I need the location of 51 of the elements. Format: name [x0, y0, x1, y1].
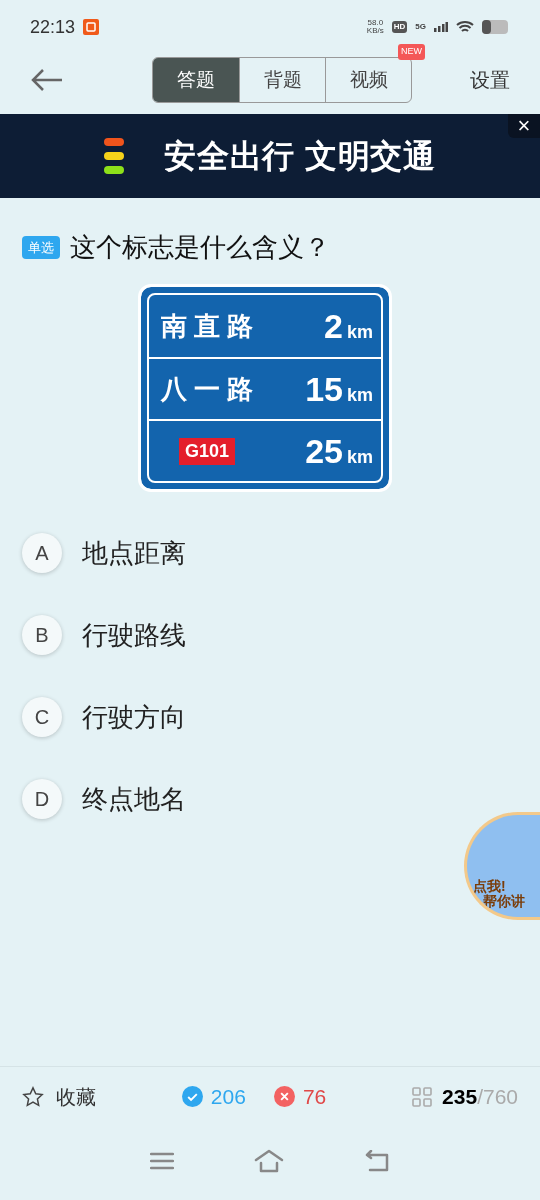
network-speed: 58.0	[367, 19, 384, 27]
network-type: 5G	[415, 21, 426, 33]
option-text[interactable]: 地点距离	[82, 533, 186, 573]
back-icon[interactable]	[364, 1150, 390, 1172]
signal-icon	[434, 22, 448, 32]
help-text: 点我!	[473, 879, 506, 894]
sign-distance: 15	[305, 368, 343, 410]
correct-count: 206	[210, 1083, 246, 1110]
question-type-tag: 单选	[22, 235, 60, 260]
help-text: 帮你讲	[483, 894, 525, 909]
option-text[interactable]: 行驶方向	[82, 697, 186, 737]
sign-place: 八 一 路	[161, 372, 254, 406]
home-icon[interactable]	[254, 1149, 284, 1173]
tab[interactable]: 背题	[239, 58, 325, 102]
grid-icon[interactable]	[412, 1086, 433, 1107]
close-icon	[273, 1086, 295, 1107]
route-number: G101	[179, 437, 236, 465]
star-icon[interactable]	[22, 1085, 44, 1108]
new-badge: NEW	[398, 44, 425, 60]
option-text[interactable]: 终点地名	[82, 779, 186, 819]
sign-distance: 2	[324, 305, 343, 347]
banner-slogan: 安全出行 文明交通	[163, 137, 437, 176]
favorite-label[interactable]: 收藏	[56, 1081, 96, 1112]
traffic-light-icon	[103, 138, 124, 174]
back-icon[interactable]	[30, 68, 64, 92]
sign-distance: 25	[305, 430, 343, 472]
wrong-count: 76	[302, 1083, 327, 1110]
close-button[interactable]: ×	[508, 114, 540, 138]
status-time: 22:13	[30, 15, 76, 39]
battery-icon	[482, 20, 510, 34]
banner-ad[interactable]: 安全出行 文明交通 ×	[0, 114, 540, 198]
help-avatar-button[interactable]: 点我! 帮你讲	[464, 812, 540, 920]
sign-place: 南 直 路	[161, 309, 254, 343]
hd-indicator: HD	[391, 21, 408, 33]
app-notification-icon	[83, 19, 100, 35]
network-speed-unit: KB/s	[366, 27, 384, 35]
wifi-icon	[456, 20, 474, 34]
option-letter[interactable]: D	[22, 779, 62, 819]
question-text: 这个标志是什么含义？	[70, 231, 330, 264]
current-question-number[interactable]: 235	[442, 1084, 478, 1108]
check-icon	[181, 1086, 203, 1107]
settings-button[interactable]: 设置	[470, 65, 510, 95]
sign-unit: km	[347, 445, 373, 469]
menu-icon[interactable]	[150, 1151, 174, 1171]
option-letter[interactable]: B	[22, 615, 62, 655]
sign-unit: km	[347, 383, 373, 407]
option-letter[interactable]: C	[22, 697, 62, 737]
option-letter[interactable]: A	[22, 533, 62, 573]
sign-unit: km	[347, 320, 373, 344]
tab[interactable]: 答题	[153, 58, 239, 102]
option-text[interactable]: 行驶路线	[82, 615, 186, 655]
